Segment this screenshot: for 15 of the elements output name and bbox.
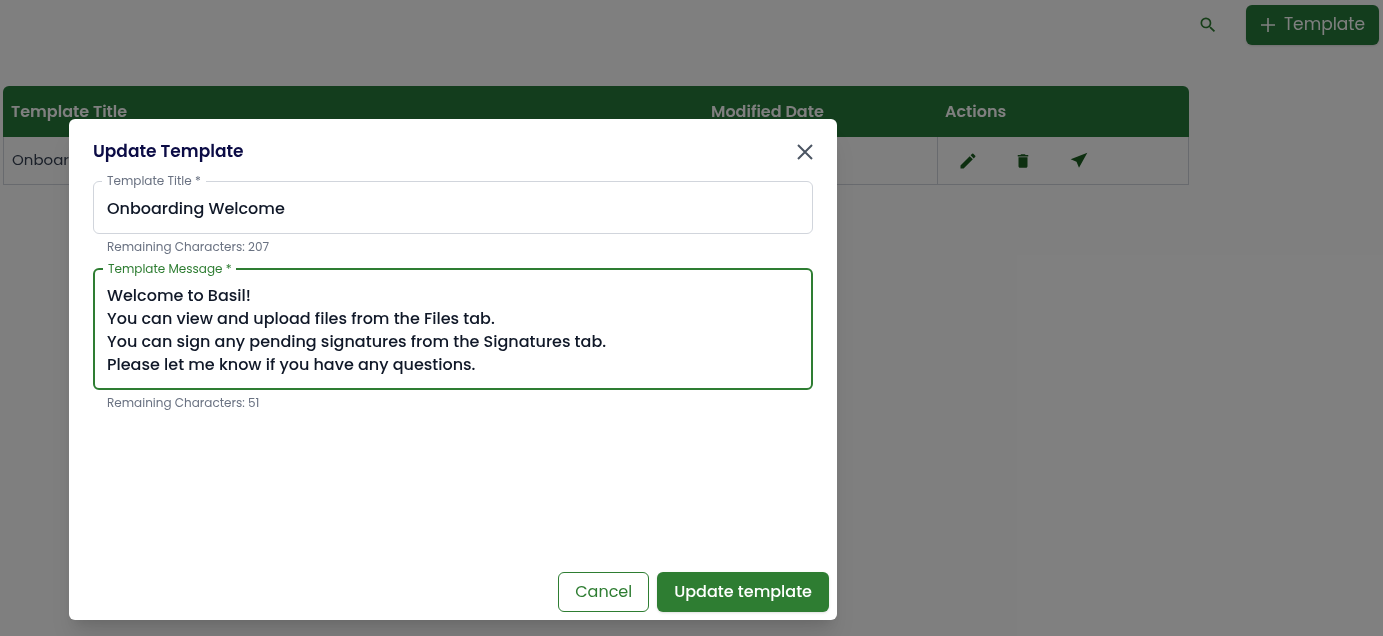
column-header: Modified Date bbox=[710, 99, 825, 124]
table-cell: Onboar bbox=[12, 149, 69, 172]
add-template-button[interactable]: Template bbox=[1246, 4, 1379, 45]
update-template-button[interactable]: Update template bbox=[657, 572, 829, 612]
dialog-title: Update Template bbox=[93, 139, 244, 165]
field-value: Welcome to Basil! You can view and upload files from the Files tab. You can sign any pending signatures from the Signatures tab. Please let me know if you have any questions. bbox=[107, 283, 608, 376]
close-icon[interactable] bbox=[797, 143, 813, 160]
helper-text: Remaining Characters: 207 bbox=[106, 236, 270, 256]
pencil-icon[interactable] bbox=[958, 150, 978, 171]
field-value: Onboarding Welcome bbox=[107, 196, 286, 220]
column-header: Template Title bbox=[10, 99, 129, 124]
column-header: Actions bbox=[944, 99, 1008, 124]
plus-icon bbox=[1259, 16, 1276, 33]
helper-text: Remaining Characters: 51 bbox=[106, 392, 261, 412]
cancel-button[interactable]: Cancel bbox=[558, 572, 650, 612]
